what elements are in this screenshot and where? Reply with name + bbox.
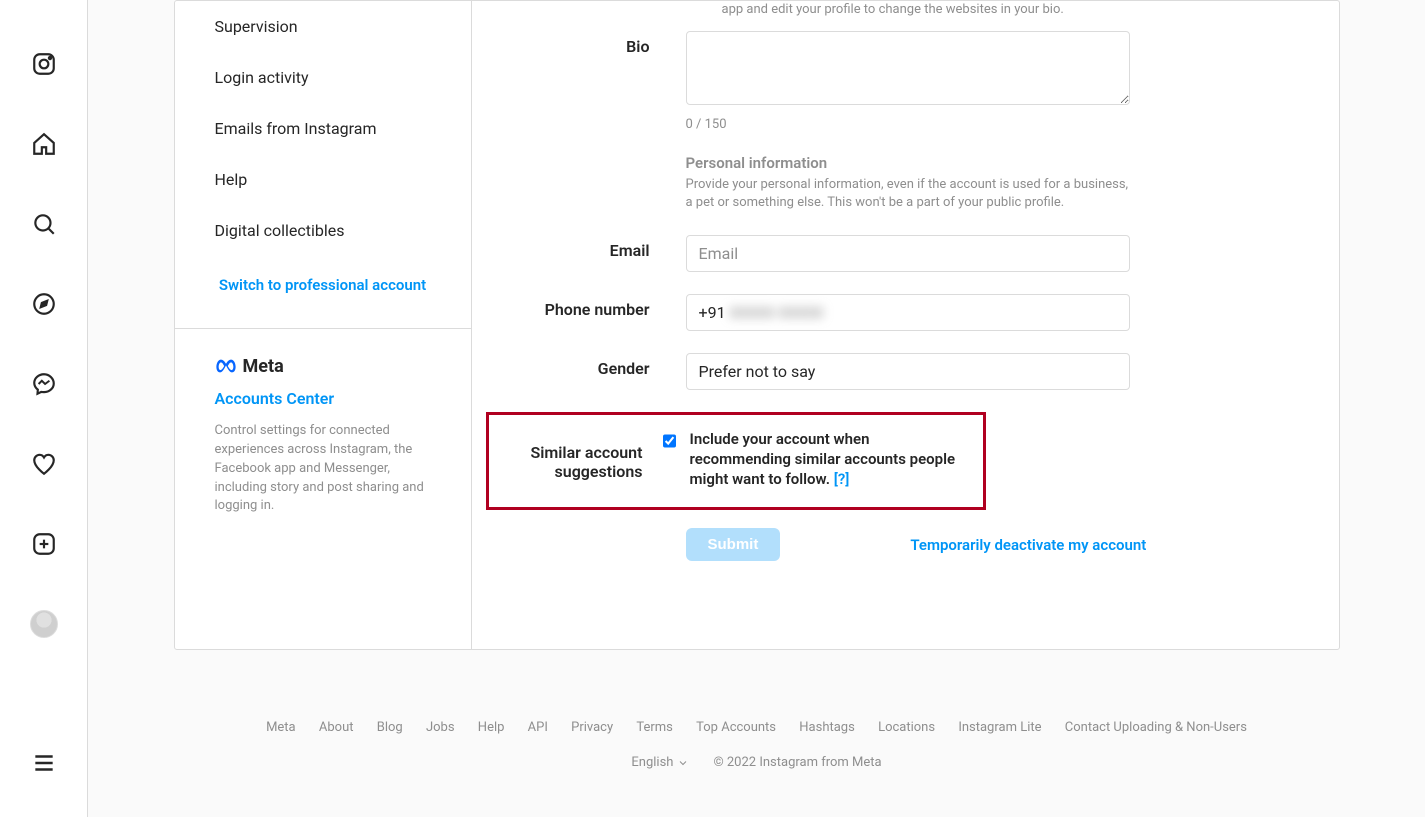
accounts-center-link[interactable]: Accounts Center (215, 389, 431, 408)
phone-prefix: +91 (699, 303, 726, 322)
footer-link-hashtags[interactable]: Hashtags (799, 720, 855, 735)
sidebar-item-login-activity[interactable]: Login activity (175, 52, 471, 103)
left-nav-rail (0, 0, 88, 817)
similar-suggestions-desc: Include your account when recommending s… (690, 429, 973, 490)
footer-link-jobs[interactable]: Jobs (426, 720, 455, 735)
create-icon[interactable] (20, 520, 68, 568)
similar-suggestions-highlight: Similar account suggestions Include your… (486, 412, 986, 511)
hamburger-icon[interactable] (20, 739, 68, 787)
heart-icon[interactable] (20, 440, 68, 488)
personal-info-desc: Provide your personal information, even … (686, 176, 1130, 212)
footer-links: Meta About Blog Jobs Help API Privacy Te… (108, 720, 1405, 735)
phone-label: Phone number (486, 294, 686, 319)
footer-link-contact-uploading[interactable]: Contact Uploading & Non-Users (1065, 720, 1247, 735)
website-note: app and edit your profile to change the … (722, 1, 1166, 19)
footer-link-top-accounts[interactable]: Top Accounts (696, 720, 776, 735)
email-label: Email (486, 235, 686, 260)
sidebar-item-help[interactable]: Help (175, 154, 471, 205)
deactivate-account-link[interactable]: Temporarily deactivate my account (910, 536, 1146, 554)
page-footer: Meta About Blog Jobs Help API Privacy Te… (88, 690, 1425, 800)
copyright-text: © 2022 Instagram from Meta (713, 755, 881, 770)
profile-avatar[interactable] (20, 600, 68, 648)
similar-suggestions-help-link[interactable]: [?] (834, 470, 850, 488)
home-icon[interactable] (20, 120, 68, 168)
sidebar-item-digital-collectibles[interactable]: Digital collectibles (175, 205, 471, 256)
gender-input[interactable] (686, 353, 1130, 390)
footer-link-terms[interactable]: Terms (636, 720, 673, 735)
submit-button[interactable]: Submit (686, 528, 781, 561)
personal-info-heading: Personal information (686, 154, 1130, 172)
instagram-icon[interactable] (20, 40, 68, 88)
chevron-down-icon (677, 757, 689, 769)
switch-professional-link[interactable]: Switch to professional account (175, 256, 471, 328)
language-label: English (631, 755, 673, 770)
meta-brand-text: Meta (243, 356, 284, 377)
similar-suggestions-label: Similar account suggestions (499, 437, 663, 481)
settings-form: app and edit your profile to change the … (472, 1, 1339, 649)
footer-link-blog[interactable]: Blog (377, 720, 403, 735)
footer-link-api[interactable]: API (528, 720, 548, 735)
phone-input[interactable]: +91 00000 00000 (686, 294, 1130, 331)
accounts-center-description: Control settings for connected experienc… (215, 422, 431, 516)
meta-icon (215, 355, 237, 377)
settings-sidebar: Supervision Login activity Emails from I… (175, 1, 472, 649)
sidebar-item-emails[interactable]: Emails from Instagram (175, 103, 471, 154)
footer-link-about[interactable]: About (319, 720, 354, 735)
settings-panel: Supervision Login activity Emails from I… (174, 0, 1340, 650)
footer-link-help[interactable]: Help (478, 720, 505, 735)
email-input[interactable] (686, 235, 1130, 272)
footer-link-locations[interactable]: Locations (878, 720, 935, 735)
similar-suggestions-checkbox[interactable] (663, 431, 676, 451)
accounts-center-section: Meta Accounts Center Control settings fo… (175, 328, 471, 548)
footer-link-instagram-lite[interactable]: Instagram Lite (958, 720, 1041, 735)
sidebar-item-supervision[interactable]: Supervision (175, 1, 471, 52)
phone-hidden-digits: 00000 00000 (730, 303, 824, 322)
gender-label: Gender (486, 353, 686, 378)
search-icon[interactable] (20, 200, 68, 248)
footer-link-meta[interactable]: Meta (266, 720, 296, 735)
bio-input[interactable] (686, 31, 1130, 105)
language-selector[interactable]: English (631, 755, 689, 770)
bio-char-count: 0 / 150 (686, 117, 1130, 132)
explore-icon[interactable] (20, 280, 68, 328)
meta-brand: Meta (215, 355, 431, 377)
footer-link-privacy[interactable]: Privacy (571, 720, 613, 735)
messenger-icon[interactable] (20, 360, 68, 408)
bio-label: Bio (486, 31, 686, 56)
